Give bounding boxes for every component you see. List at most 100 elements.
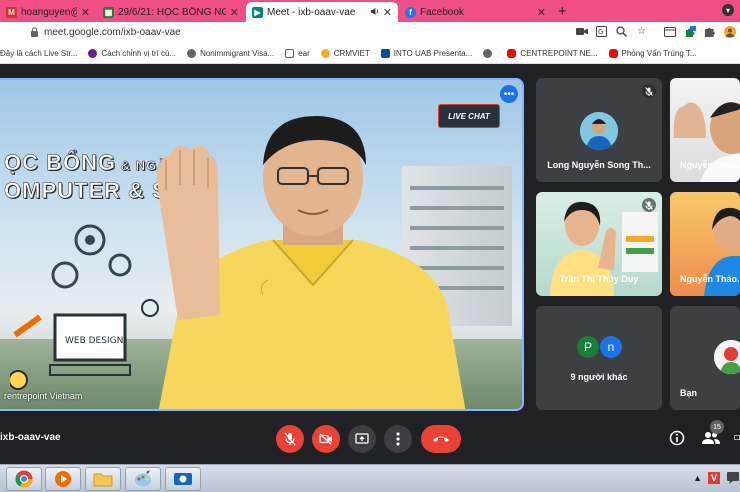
participant-tile[interactable]: Long Nguyễn Song Th...: [536, 78, 662, 182]
participant-avatar: [580, 112, 618, 150]
more-options-button[interactable]: [384, 425, 412, 453]
bookmark-item[interactable]: Cách chỉnh vị trí cù...: [88, 49, 176, 58]
participant-name: Nguyễn Đình...: [680, 160, 740, 170]
bookmark-item[interactable]: Phỏng Vấn Trúng T...: [608, 49, 697, 58]
participant-tile[interactable]: Nguyễn Đình...: [670, 78, 740, 182]
paint-taskbar-button[interactable]: [125, 467, 161, 491]
bookmark-label: Đây là cách Live Str...: [0, 49, 78, 58]
tab-title: Facebook: [420, 6, 464, 18]
close-tab-icon[interactable]: ✕: [230, 6, 239, 19]
tab-meet[interactable]: ▶ Meet - ixb-oaav-vae ✕: [246, 2, 398, 22]
bookmark-item[interactable]: [483, 49, 496, 58]
media-player-icon: [55, 471, 71, 487]
profile-avatar-icon[interactable]: [723, 25, 736, 38]
meeting-app-icon: [174, 473, 192, 485]
bookmark-item[interactable]: CRMVIET: [320, 49, 370, 58]
lock-icon[interactable]: [30, 27, 39, 37]
bookmark-item[interactable]: Đây là cách Live Str...: [0, 49, 77, 58]
bookmark-label: CENTREPOINT NE...: [520, 49, 598, 58]
file-explorer-icon: [93, 473, 113, 487]
self-avatar: [714, 340, 740, 374]
close-tab-icon[interactable]: ✕: [383, 6, 392, 19]
gmail-icon: [285, 49, 295, 58]
tab-sheets[interactable]: ▦ 29/6/21: HỌC BỔNG NGÀNH CO... ✕: [97, 2, 245, 22]
mic-off-icon: [642, 84, 656, 98]
google-translate-icon[interactable]: G: [595, 25, 608, 38]
chrome-icon: [15, 470, 33, 488]
new-tab-button[interactable]: +: [558, 3, 567, 20]
tray-expand-icon[interactable]: ▲: [693, 473, 702, 483]
participant-name: Trần Thị Thủy Duy: [559, 274, 639, 284]
extension-icon[interactable]: [683, 25, 696, 38]
cast-icon[interactable]: [663, 25, 676, 38]
info-icon: [669, 430, 685, 446]
website-favicon-icon: [88, 49, 98, 58]
bookmark-item[interactable]: Nonimmigrant Visa...: [187, 49, 274, 58]
participant-tile[interactable]: Trần Thị Thủy Duy: [536, 192, 662, 296]
leave-call-button[interactable]: [421, 425, 461, 453]
bookmark-item[interactable]: ear: [285, 49, 310, 58]
youtube-icon: [608, 49, 618, 58]
meeting-details-button[interactable]: [668, 429, 686, 447]
presenter-person: [156, 115, 466, 409]
participant-tile[interactable]: Nguyễn Thảo...: [670, 192, 740, 296]
tab-gmail[interactable]: M hoanguyen@vietnam... ✕: [0, 2, 96, 22]
bookmark-label: ear: [298, 49, 310, 58]
other-participants-tile[interactable]: P n 9 người khác: [536, 306, 662, 410]
close-tab-icon[interactable]: ✕: [81, 6, 90, 19]
presenter-name-label: rentrepoint Vietnam: [4, 391, 83, 401]
address-bar: meet.google.com/ixb-oaav-vae G ☆: [0, 22, 740, 44]
sheets-icon: ▦: [103, 6, 114, 18]
bookmark-label: Nonimmigrant Visa...: [200, 49, 275, 58]
presenter-video-tile[interactable]: ỌC BỔNG & NGÀNH OMPUTER & ST WEB DESIGN: [0, 78, 524, 411]
tech-sketch-illustration: WEB DESIGN: [10, 224, 159, 390]
end-call-icon: [433, 436, 449, 442]
chat-button[interactable]: [734, 429, 740, 447]
tab-facebook[interactable]: f Facebook ✕: [399, 2, 552, 22]
present-screen-button[interactable]: [348, 425, 376, 453]
meeting-app-taskbar-button[interactable]: [165, 467, 201, 491]
camera-toggle-button[interactable]: [312, 425, 340, 453]
bookmark-label: CRMVIET: [333, 49, 370, 58]
system-tray: ▲ V: [693, 470, 740, 486]
meet-icon: ▶: [252, 6, 263, 18]
camera-off-icon: [319, 433, 332, 445]
notification-icon[interactable]: [726, 470, 740, 486]
mic-off-icon: [284, 432, 296, 446]
microphone-toggle-button[interactable]: [276, 425, 304, 453]
bookmark-item[interactable]: INTO UAB Presenta...: [380, 49, 473, 58]
bookmark-item[interactable]: CENTREPOINT NE...: [507, 49, 598, 58]
close-tab-icon[interactable]: ✕: [537, 6, 546, 19]
media-player-taskbar-button[interactable]: [45, 467, 81, 491]
meet-stage: ỌC BỔNG & NGÀNH OMPUTER & ST WEB DESIGN: [0, 64, 740, 464]
into-uab-icon: [380, 49, 390, 58]
participant-name: Long Nguyễn Song Th...: [547, 160, 651, 170]
tab-search-button[interactable]: ▾: [722, 4, 734, 16]
bookmark-label: INTO UAB Presenta...: [393, 49, 473, 58]
gmail-icon: M: [6, 6, 17, 18]
more-options-button[interactable]: •••: [500, 85, 518, 103]
self-tile[interactable]: Bạn: [670, 306, 740, 410]
website-favicon-icon: [187, 49, 197, 58]
facebook-icon: f: [405, 6, 416, 18]
tab-title: Meet - ixb-oaav-vae: [267, 6, 356, 18]
zoom-icon[interactable]: [615, 25, 628, 38]
crm-icon: [320, 49, 330, 58]
participant-count-badge: 15: [710, 420, 724, 434]
speaker-icon[interactable]: [370, 7, 379, 18]
camera-in-use-icon[interactable]: [575, 25, 588, 38]
chrome-taskbar-button[interactable]: [6, 467, 42, 491]
tab-strip: M hoanguyen@vietnam... ✕ ▦ 29/6/21: HỌC …: [0, 0, 740, 22]
self-name-label: Bạn: [680, 388, 698, 398]
mic-off-icon: [642, 198, 656, 212]
others-count-label: 9 người khác: [570, 372, 628, 382]
windows-taskbar: ▲ V: [0, 464, 740, 492]
file-explorer-taskbar-button[interactable]: [85, 467, 121, 491]
bookmarks-bar: Đây là cách Live Str... Cách chỉnh vị tr…: [0, 44, 740, 64]
bookmark-star-icon[interactable]: ☆: [635, 25, 648, 38]
extensions-puzzle-icon[interactable]: [703, 25, 716, 38]
url-field[interactable]: meet.google.com/ixb-oaav-vae: [44, 27, 181, 38]
tray-app-label[interactable]: V: [707, 472, 720, 484]
tab-title: hoanguyen@vietnam...: [21, 6, 77, 18]
bookmark-label: Phỏng Vấn Trúng T...: [621, 49, 697, 58]
